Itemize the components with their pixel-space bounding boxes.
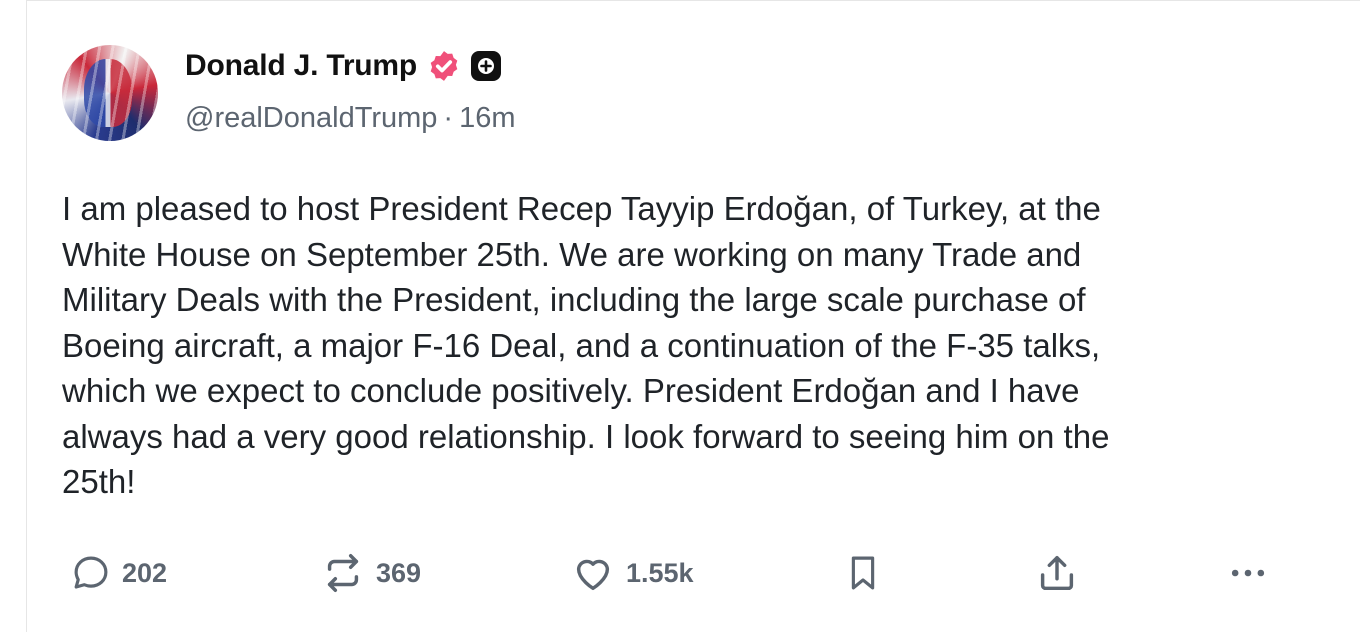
bookmark-button[interactable] (842, 545, 884, 601)
action-bar: 202 369 1.55k (0, 545, 1334, 601)
more-icon (1231, 569, 1265, 577)
author-row: Donald J. Trump (185, 46, 502, 86)
heart-icon (576, 559, 610, 591)
bookmark-icon (851, 556, 875, 590)
repost-button[interactable]: 369 (320, 545, 421, 601)
handle[interactable]: @realDonaldTrump (185, 102, 437, 134)
handle-row: @realDonaldTrump · 16m (185, 102, 516, 135)
repost-icon (327, 554, 359, 592)
plus-badge-icon (471, 51, 502, 81)
reply-count: 202 (122, 557, 168, 588)
share-button[interactable] (1034, 545, 1080, 601)
reply-button[interactable]: 202 (70, 545, 167, 601)
separator: · (443, 102, 454, 134)
like-button[interactable]: 1.55k (570, 545, 694, 601)
timestamp[interactable]: 16m (459, 102, 515, 134)
like-count: 1.55k (626, 557, 694, 588)
share-icon (1040, 555, 1074, 591)
verified-badge-icon (430, 51, 458, 81)
reply-icon (74, 556, 108, 589)
post-text: I am pleased to host President Recep Tay… (62, 190, 1110, 500)
repost-count: 369 (376, 557, 422, 588)
avatar[interactable] (62, 45, 158, 141)
more-options-button[interactable] (1226, 545, 1270, 601)
plus-icon (478, 58, 495, 74)
display-name[interactable]: Donald J. Trump (185, 49, 417, 83)
avatar-overlay (62, 45, 158, 141)
